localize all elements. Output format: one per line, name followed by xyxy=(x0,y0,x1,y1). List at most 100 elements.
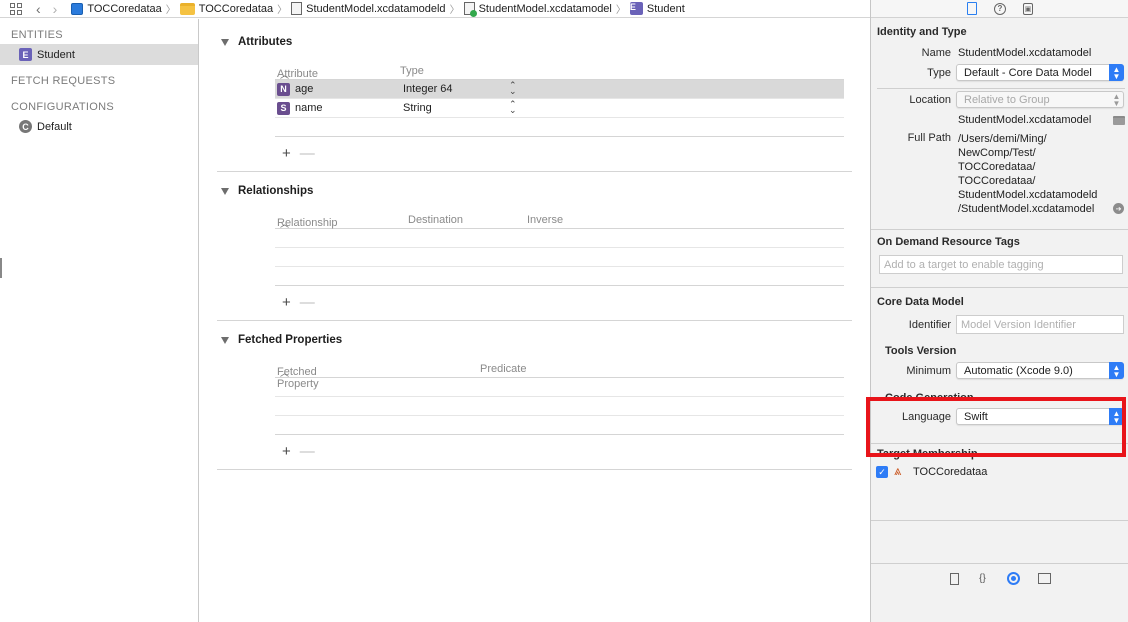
fetched-properties-table: Fetched Property ︿ Predicate xyxy=(275,360,844,435)
attributes-add-remove: + — xyxy=(282,145,315,162)
relationships-header[interactable]: Relationships xyxy=(217,183,852,199)
entity-item-student[interactable]: E Student xyxy=(0,44,198,65)
crumb-xcdatamodel[interactable]: StudentModel.xcdatamodel 〉 xyxy=(463,1,626,17)
add-attribute-button[interactable]: + xyxy=(282,145,291,162)
remove-attribute-button[interactable]: — xyxy=(300,145,315,162)
type-label: Type xyxy=(927,67,951,79)
entity-icon: E xyxy=(19,48,32,61)
configurations-header: CONFIGURATIONS xyxy=(11,101,114,113)
attributes-table: Attribute ︿ Type N age Integer 64 ⌃ ⌄ S na… xyxy=(275,62,844,137)
disclosure-triangle-icon[interactable] xyxy=(221,336,229,344)
minimum-version-popup[interactable]: Automatic (Xcode 9.0) ▲ ▼ xyxy=(956,362,1124,379)
column-header-predicate[interactable]: Predicate xyxy=(480,363,526,375)
divider xyxy=(217,320,852,321)
configuration-icon: C xyxy=(19,120,32,133)
identity-type-title: Identity and Type xyxy=(877,26,967,38)
file-inspector: ? ▣ Identity and Type Name StudentModel.… xyxy=(870,0,1128,622)
remove-relationship-button[interactable]: — xyxy=(300,294,315,311)
chevron-right-icon: 〉 xyxy=(449,5,460,16)
divider xyxy=(871,229,1128,230)
target-name: TOCCoredataa xyxy=(913,466,988,478)
fetched-add-remove: + — xyxy=(282,443,315,460)
type-popup-arrows-icon[interactable]: ⌃ ⌄ xyxy=(509,81,517,96)
configuration-item-default[interactable]: C Default xyxy=(0,116,198,137)
entity-icon: E xyxy=(629,2,643,15)
project-icon xyxy=(71,2,84,15)
table-row-empty xyxy=(275,248,844,267)
chevron-right-icon: 〉 xyxy=(277,5,288,16)
chevron-right-icon: 〉 xyxy=(615,5,626,16)
column-header-destination[interactable]: Destination xyxy=(408,214,463,226)
name-value[interactable]: StudentModel.xcdatamodel xyxy=(958,47,1091,59)
attributes-section: Attributes Attribute ︿ Type N age Integer… xyxy=(217,34,852,172)
column-header-inverse[interactable]: Inverse xyxy=(527,214,563,226)
popup-arrows-icon: ▲ ▼ xyxy=(1109,64,1124,81)
divider xyxy=(877,88,1125,89)
table-row[interactable]: N age Integer 64 ⌃ ⌄ xyxy=(275,80,844,99)
chevron-right-icon: 〉 xyxy=(165,5,176,16)
folder-icon xyxy=(179,2,195,15)
entity-editor: Attributes Attribute ︿ Type N age Integer… xyxy=(200,19,870,622)
relationships-section: Relationships Relationship ︿ Destination … xyxy=(217,183,852,321)
target-membership-checkbox[interactable]: ✓ xyxy=(876,466,888,478)
resource-tags-title: On Demand Resource Tags xyxy=(877,236,1020,248)
disclosure-triangle-icon[interactable] xyxy=(221,38,229,46)
tags-field[interactable]: Add to a target to enable tagging xyxy=(879,255,1123,274)
location-file-name: StudentModel.xcdatamodel xyxy=(958,114,1092,126)
quick-help-tab-icon[interactable]: ? xyxy=(994,2,1006,15)
identifier-label: Identifier xyxy=(908,319,951,331)
attribute-name[interactable]: age xyxy=(295,83,313,95)
back-arrow-icon[interactable]: ‹ xyxy=(36,2,41,16)
core-data-model-title: Core Data Model xyxy=(877,296,964,308)
column-header-type[interactable]: Type xyxy=(400,65,424,77)
object-library-icon[interactable] xyxy=(1006,572,1020,585)
media-library-icon[interactable] xyxy=(1037,573,1051,584)
fetched-properties-section: Fetched Properties Fetched Property ︿ Pre… xyxy=(217,332,852,470)
full-path-label: Full Path xyxy=(907,132,951,144)
crumb-project[interactable]: TOCCoredataa 〉 xyxy=(71,1,176,16)
reveal-in-finder-icon[interactable]: ➔ xyxy=(1113,203,1124,214)
library-tab-bar: {} xyxy=(871,572,1128,585)
fetched-properties-header[interactable]: Fetched Properties xyxy=(217,332,852,348)
attribute-type-icon: S xyxy=(277,101,290,115)
crumb-group[interactable]: TOCCoredataa 〉 xyxy=(179,1,288,16)
remove-fetched-property-button[interactable]: — xyxy=(300,443,315,460)
type-popup-arrows-icon[interactable]: ⌃ ⌄ xyxy=(509,100,517,115)
table-row-empty xyxy=(275,229,844,248)
divider xyxy=(871,520,1128,521)
table-row-empty xyxy=(275,267,844,286)
add-fetched-property-button[interactable]: + xyxy=(282,443,291,460)
table-row[interactable]: S name String ⌃ ⌄ xyxy=(275,99,844,118)
type-popup[interactable]: Default - Core Data Model ▲ ▼ xyxy=(956,64,1124,81)
attributes-header[interactable]: Attributes xyxy=(217,34,852,50)
divider xyxy=(217,469,852,470)
table-row-empty xyxy=(275,397,844,416)
name-label: Name xyxy=(921,47,951,59)
tools-version-title: Tools Version xyxy=(885,345,957,357)
attributes-table-header: Attribute ︿ Type xyxy=(275,62,844,80)
model-version-identifier-field[interactable]: Model Version Identifier xyxy=(956,315,1124,334)
attribute-name[interactable]: name xyxy=(295,102,323,114)
jump-bar: ‹ › TOCCoredataa 〉 TOCCoredataa 〉 Studen… xyxy=(0,0,870,18)
attribute-type[interactable]: Integer 64 xyxy=(403,83,453,95)
identity-inspector-tab-icon[interactable]: ▣ xyxy=(1023,2,1033,15)
add-relationship-button[interactable]: + xyxy=(282,294,291,311)
relationships-table-header: Relationship ︿ Destination Inverse xyxy=(275,211,844,229)
model-navigator: ENTITIES E Student FETCH REQUESTS CONFIG… xyxy=(0,19,199,622)
disclosure-triangle-icon[interactable] xyxy=(221,187,229,195)
related-items-icon[interactable] xyxy=(10,2,22,15)
location-popup[interactable]: Relative to Group ▲ ▼ xyxy=(956,91,1124,108)
crumb-xcdatamodeld[interactable]: StudentModel.xcdatamodeld 〉 xyxy=(291,1,460,16)
file-template-library-icon[interactable] xyxy=(949,572,959,585)
window-edge-handle xyxy=(0,258,2,278)
crumb-entity[interactable]: E Student xyxy=(629,2,685,15)
file-inspector-tab-icon[interactable] xyxy=(967,2,977,15)
entities-header: ENTITIES xyxy=(11,29,63,41)
table-row-empty xyxy=(275,416,844,435)
code-snippet-library-icon[interactable]: {} xyxy=(977,572,989,585)
data-model-bundle-icon xyxy=(291,2,303,15)
attribute-type[interactable]: String xyxy=(403,102,432,114)
forward-arrow-icon[interactable]: › xyxy=(53,2,58,16)
folder-icon[interactable] xyxy=(1113,116,1125,125)
relationships-add-remove: + — xyxy=(282,294,315,311)
